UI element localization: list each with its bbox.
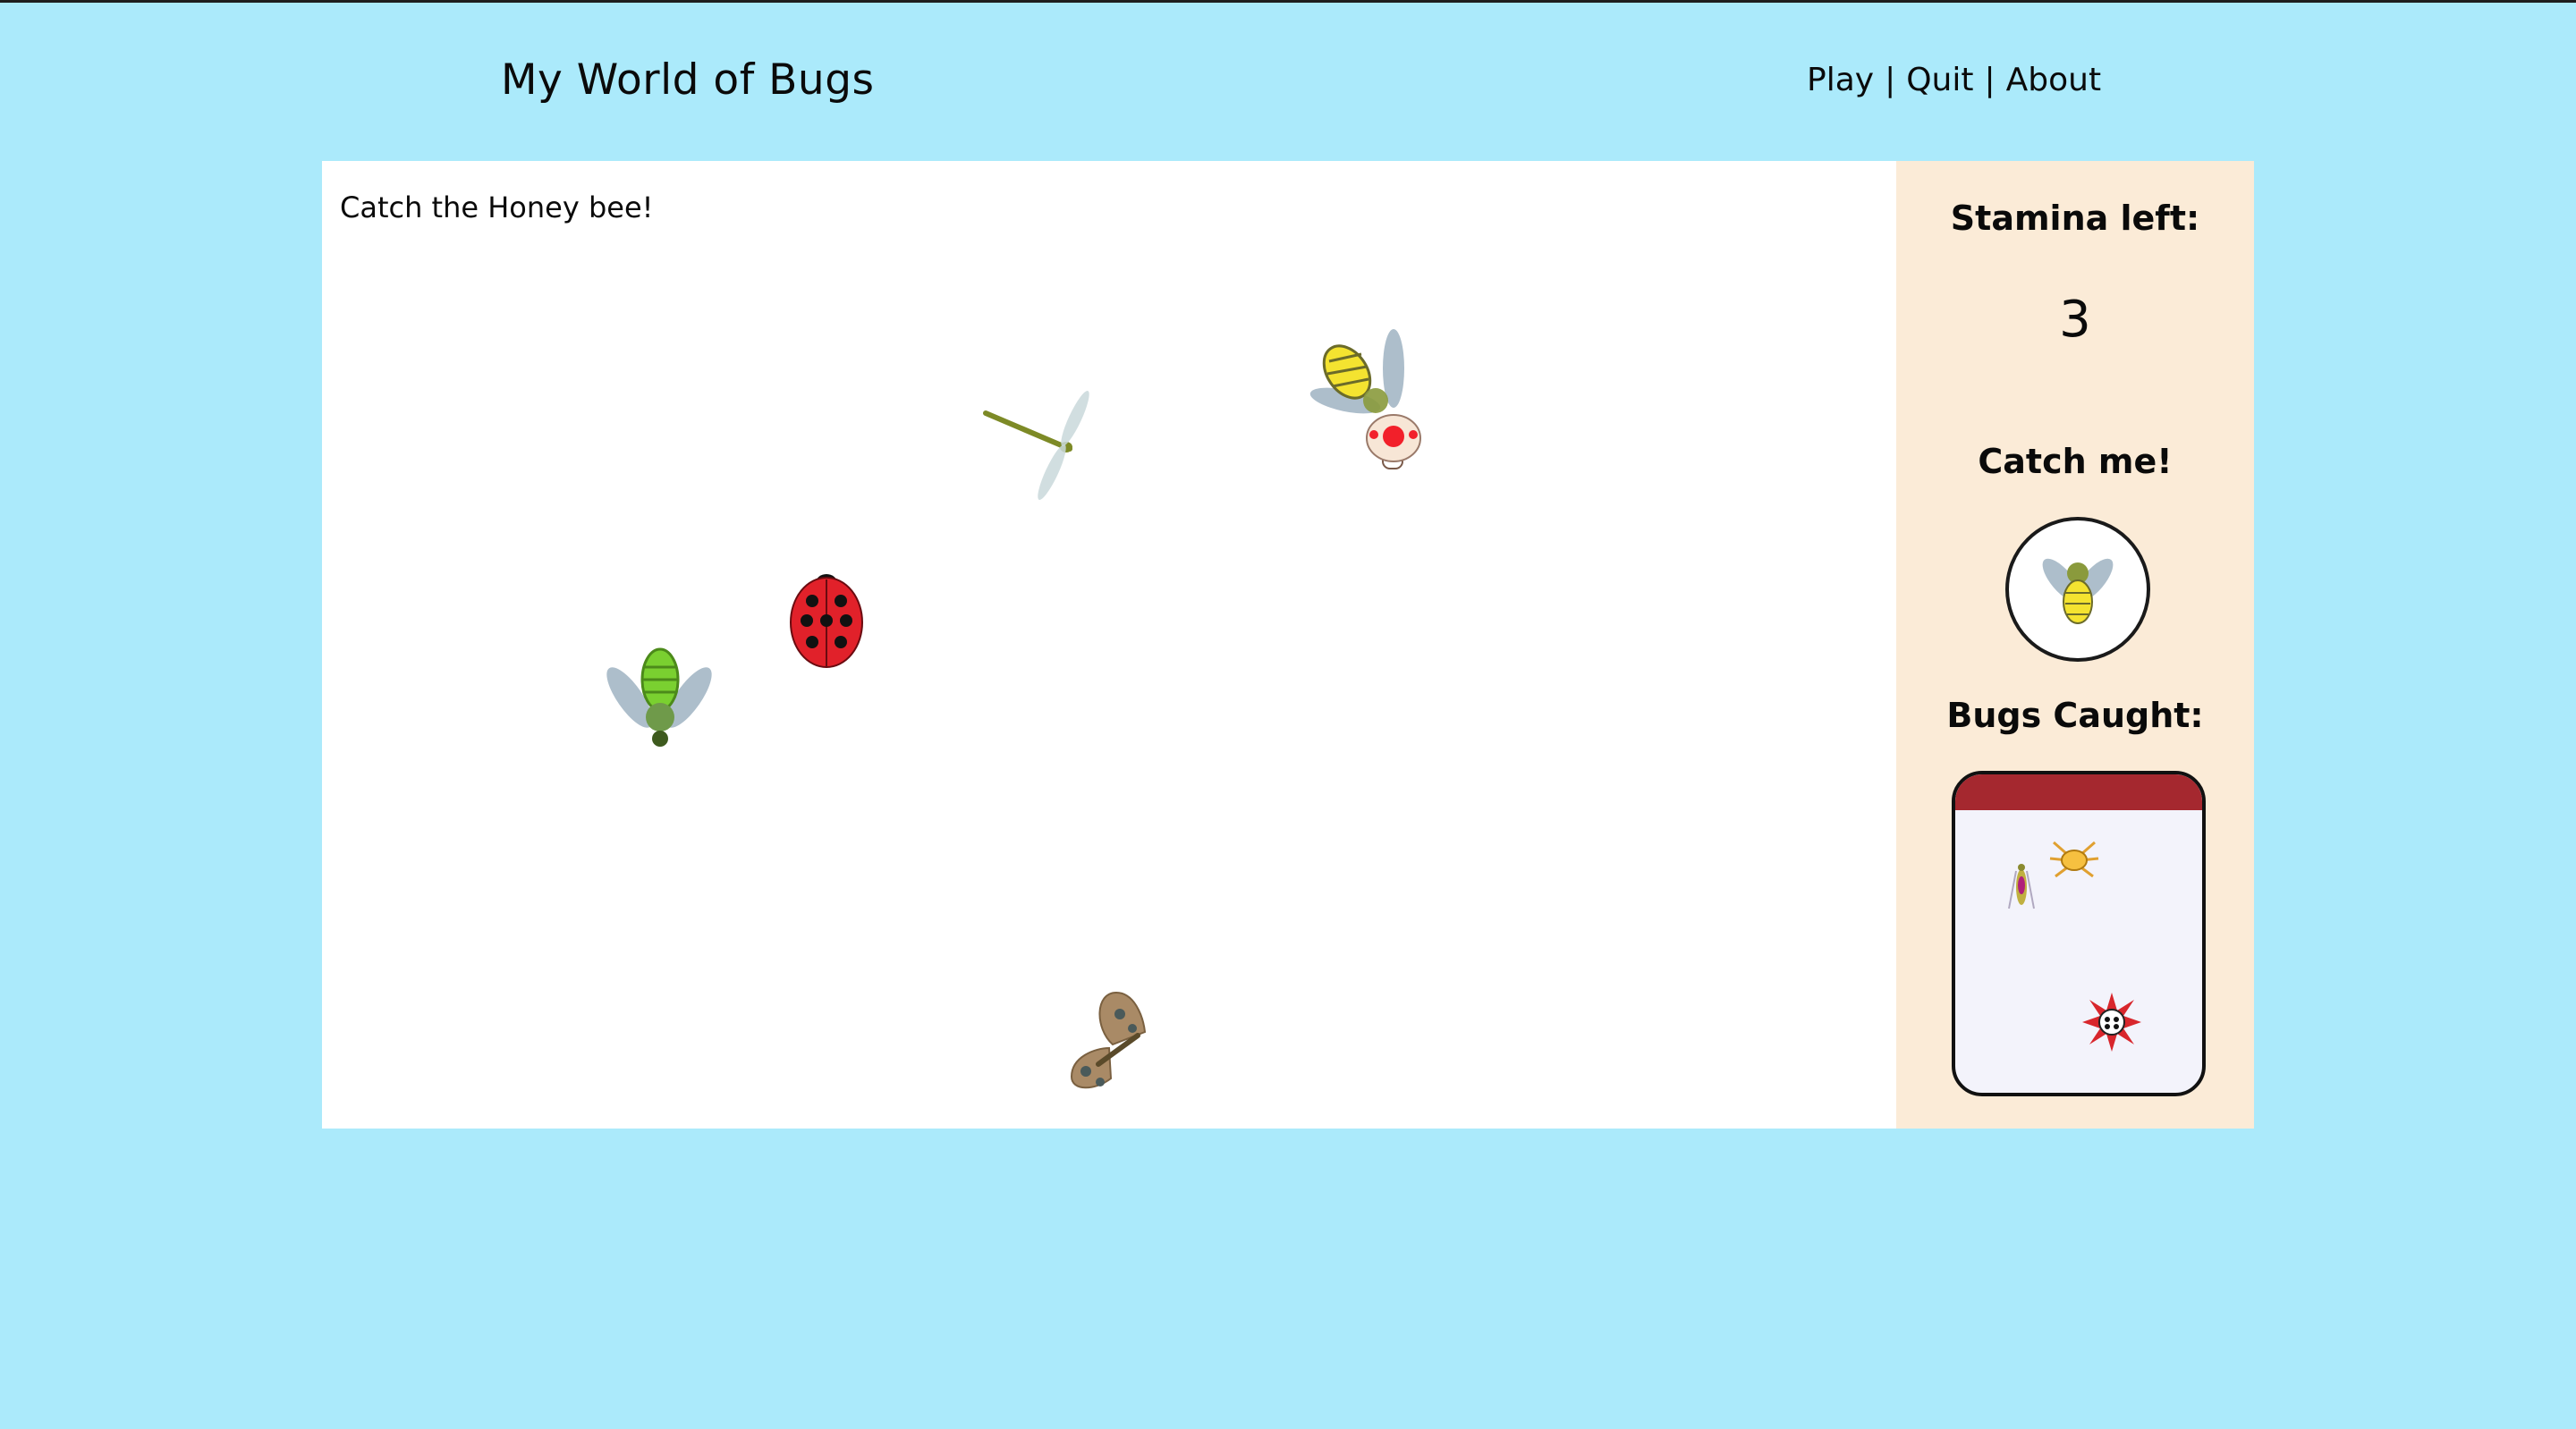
nav-separator: | [1885,62,1896,98]
side-panel: Stamina left: 3 Catch me! Bugs Caught: [1896,161,2254,1129]
dragonfly-icon[interactable] [977,383,1102,508]
nav-separator: | [1984,62,1996,98]
target-bug-display [2005,517,2150,662]
butterfly-icon[interactable] [1059,989,1166,1096]
nav-about-link[interactable]: About [2006,55,2101,106]
game-area[interactable]: Catch the Honey bee! [322,161,1896,1129]
bugs-caught-label: Bugs Caught: [1946,696,2204,735]
spider-icon [2049,841,2099,878]
catch-me-label: Catch me! [1978,442,2173,481]
stamina-label: Stamina left: [1950,199,2200,238]
top-border [0,0,2576,3]
stamina-value: 3 [2059,291,2091,349]
site-title: My World of Bugs [501,55,875,105]
nav-play-link[interactable]: Play [1807,55,1874,106]
spiky-bug-icon [2082,993,2141,1052]
bug-jar [1952,771,2206,1096]
nav-quit-link[interactable]: Quit [1906,55,1973,106]
honey-bee-icon [2042,558,2114,624]
grasshopper-icon [2008,864,2035,909]
mushroom-icon[interactable] [1358,408,1429,479]
ladybug-icon[interactable] [784,565,869,672]
top-nav: Play | Quit | About [1807,55,2101,106]
jar-lid [1955,774,2202,810]
instruction-text: Catch the Honey bee! [340,190,654,224]
green-fly-icon[interactable] [603,644,719,760]
